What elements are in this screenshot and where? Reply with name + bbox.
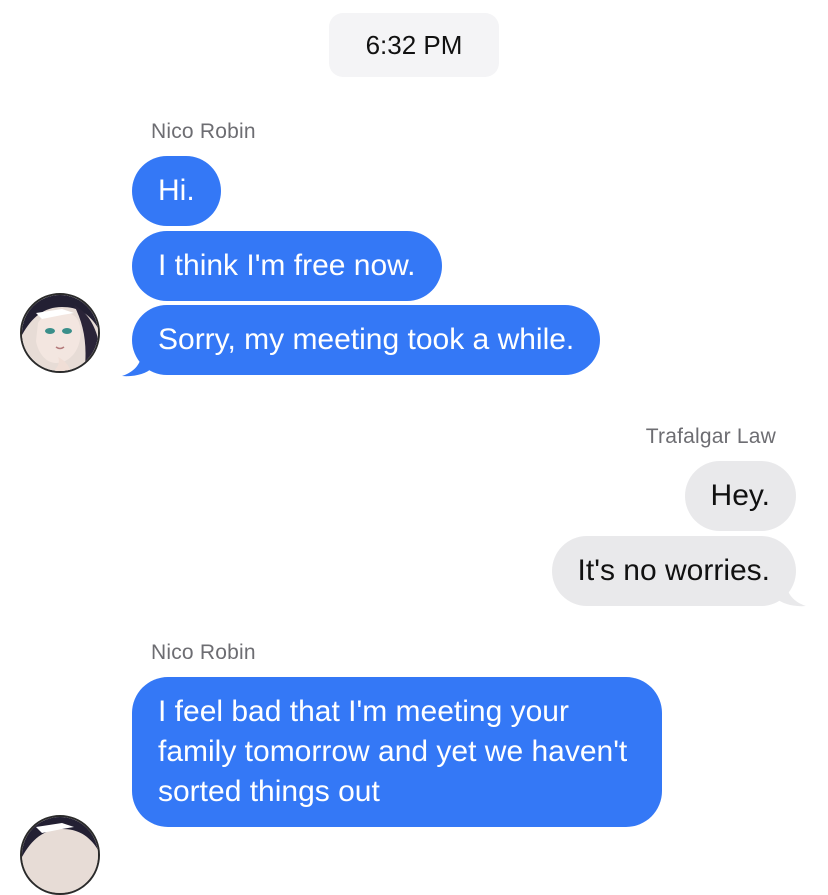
message-text: I think I'm free now. bbox=[158, 249, 416, 282]
message-bubble[interactable]: Hi. bbox=[132, 156, 221, 226]
message-bubble[interactable]: Sorry, my meeting took a while. bbox=[132, 305, 601, 375]
timestamp: 6:32 PM bbox=[365, 29, 463, 60]
message-text: I feel bad that I'm meeting your family … bbox=[158, 695, 628, 808]
message-bubble[interactable]: It's no worries. bbox=[551, 536, 796, 606]
bubble-tail-incoming bbox=[122, 350, 152, 377]
sender-name: Trafalgar Law bbox=[645, 425, 776, 448]
bubble-tail-outgoing bbox=[776, 580, 806, 607]
message-bubble[interactable]: I think I'm free now. bbox=[132, 231, 442, 301]
sender-name: Nico Robin bbox=[151, 120, 256, 143]
message-text: It's no worries. bbox=[577, 554, 770, 587]
timestamp-pill: 6:32 PM bbox=[329, 13, 499, 77]
message-bubble[interactable]: I feel bad that I'm meeting your family … bbox=[132, 677, 662, 827]
sender-name: Nico Robin bbox=[151, 641, 256, 664]
message-text: Hi. bbox=[158, 174, 195, 207]
message-text: Sorry, my meeting took a while. bbox=[158, 323, 575, 356]
message-text: Hey. bbox=[710, 479, 770, 512]
nico-robin-avatar-icon[interactable] bbox=[20, 815, 100, 895]
nico-robin-avatar-icon[interactable] bbox=[20, 293, 100, 373]
message-bubble[interactable]: Hey. bbox=[684, 461, 796, 531]
